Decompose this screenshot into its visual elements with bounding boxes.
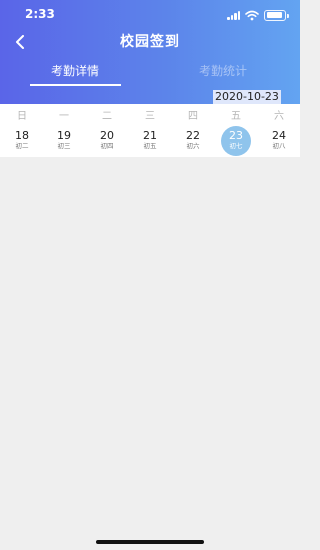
calendar-day[interactable]: 19 初三	[49, 126, 79, 156]
weekday-label: 三	[145, 111, 155, 122]
lunar-date: 初五	[143, 142, 157, 150]
calendar-day[interactable]: 24 初八	[264, 126, 294, 156]
wifi-icon	[245, 10, 259, 20]
weekday-label: 日	[17, 111, 27, 122]
weekday-label: 四	[188, 111, 198, 122]
nav-bar: 校园签到	[0, 28, 300, 56]
day-number: 23	[229, 129, 243, 142]
weekday-row: 日 一 二 三 四 五 六	[0, 107, 300, 122]
day-number: 21	[143, 129, 157, 142]
lunar-date: 初八	[272, 142, 286, 150]
app-screen: 2:33 校园签到 考勤详情 考勤统计 2020-10-23 日 一 二 三 四…	[0, 0, 300, 550]
day-number: 18	[15, 129, 29, 142]
page-title: 校园签到	[120, 34, 180, 50]
home-indicator	[96, 540, 204, 544]
calendar-day[interactable]: 21 初五	[135, 126, 165, 156]
signal-icon	[227, 10, 240, 20]
lunar-date: 初二	[15, 142, 29, 150]
tab-bar: 考勤详情 考勤统计	[0, 56, 300, 88]
lunar-date: 初三	[57, 142, 71, 150]
header: 2:33 校园签到 考勤详情 考勤统计 2020-10-23	[0, 0, 300, 104]
lunar-date: 初四	[100, 142, 114, 150]
calendar-day[interactable]: 20 初四	[92, 126, 122, 156]
active-tab-indicator	[30, 84, 121, 86]
attendance-content-area	[0, 157, 300, 550]
lunar-date: 初七	[229, 142, 243, 150]
day-number: 20	[100, 129, 114, 142]
day-number: 22	[186, 129, 200, 142]
date-picker[interactable]: 2020-10-23	[213, 90, 281, 104]
tab-attendance-detail[interactable]: 考勤详情	[15, 62, 135, 79]
calendar-day[interactable]: 18 初二	[7, 126, 37, 156]
weekday-label: 一	[59, 111, 69, 122]
weekday-label: 六	[274, 111, 284, 122]
weekday-label: 二	[102, 111, 112, 122]
weekday-label: 五	[231, 111, 241, 122]
calendar-day[interactable]: 22 初六	[178, 126, 208, 156]
status-icons	[227, 9, 289, 21]
day-row: 18 初二 19 初三 20 初四 21 初五 22 初六 23 初七 24 初…	[0, 124, 300, 157]
week-calendar: 日 一 二 三 四 五 六 18 初二 19 初三 20 初四 21 初五 22…	[0, 104, 300, 157]
status-time: 2:33	[25, 7, 55, 21]
calendar-day-selected[interactable]: 23 初七	[221, 126, 251, 156]
day-number: 24	[272, 129, 286, 142]
lunar-date: 初六	[186, 142, 200, 150]
tab-attendance-stats[interactable]: 考勤统计	[163, 62, 283, 79]
status-bar: 2:33	[0, 0, 300, 30]
battery-icon	[264, 9, 289, 21]
day-number: 19	[57, 129, 71, 142]
